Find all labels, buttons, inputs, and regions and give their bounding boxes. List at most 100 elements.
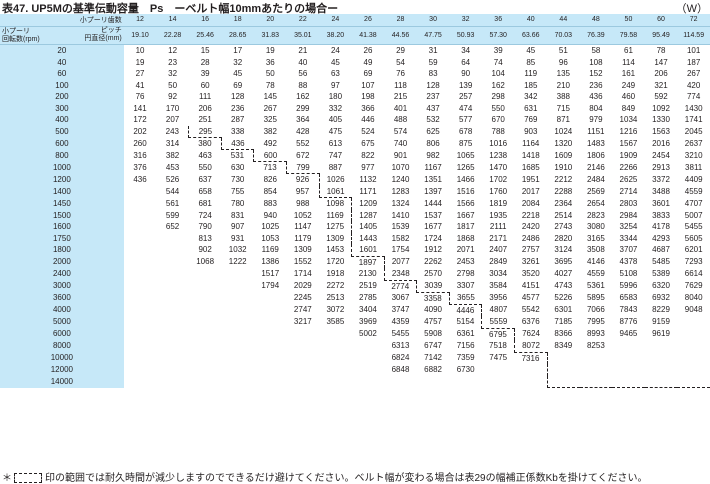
value-cell: 316 — [133, 150, 147, 160]
value-cell: 128 — [426, 80, 440, 90]
table-row: 1000 376 453 550 630 713 799 887 977 1070 1167 1265… — [0, 161, 710, 174]
value-cell: 1552 — [293, 257, 312, 267]
table-row: 3000 1794 2029 2272 2519 2774 3039 3307 3584 4151… — [0, 280, 710, 293]
pitch-cell: 63.66 — [514, 26, 548, 45]
value-cell: 1714 — [293, 269, 312, 279]
value-cell: 2654 — [586, 198, 605, 208]
value-cell: 2570 — [424, 269, 442, 279]
rpm-cell: 1450 — [0, 197, 124, 210]
value-cell: 4146 — [586, 257, 605, 267]
value-cell: 128 — [231, 92, 245, 101]
value-cell — [580, 352, 613, 364]
value-cell: 2288 — [554, 186, 573, 196]
value-cell: 152 — [589, 69, 603, 78]
value-cell: 774 — [686, 92, 701, 101]
rpm-cell: 14000 — [0, 375, 124, 388]
value-cell: 4378 — [619, 257, 638, 267]
value-cell: 7293 — [684, 257, 703, 267]
rpm-cell: 20 — [0, 44, 124, 57]
value-cell: 2785 — [359, 293, 377, 303]
table-row: 40 19 23 28 32 36 40 45 49 54 59 64 74 85 96 108 114 147 1… — [0, 56, 710, 68]
value-cell: 287 — [231, 115, 245, 124]
teeth-cell: 50 — [612, 14, 645, 27]
value-cell — [352, 352, 385, 364]
pitch-row: 小プーリ 回転数(rpm) ピッチ 円直径(mm) 19.10 22.28 25.4… — [0, 26, 710, 45]
value-cell: 108 — [589, 57, 603, 67]
value-cell: 8366 — [554, 329, 573, 339]
value-cell: 267 — [263, 103, 277, 113]
value-cell: 4743 — [554, 281, 573, 291]
value-cell: 1918 — [326, 269, 345, 279]
value-cell: 39 — [493, 46, 503, 55]
value-cell: 39 — [200, 69, 210, 78]
value-cell: 3072 — [326, 305, 345, 315]
value-cell: 41 — [135, 80, 145, 90]
value-cell: 3358 — [423, 293, 442, 303]
pitch-cell: 76.39 — [579, 26, 613, 45]
value-cell — [156, 280, 189, 292]
value-cell: 2803 — [619, 198, 638, 208]
value-cell: 4559 — [684, 186, 703, 196]
value-cell: 78 — [265, 80, 275, 90]
footnote: ＊ 印の範囲では耐久時間が減少しますのでできるだけ避けてください。ベルト幅が変わる… — [2, 469, 648, 484]
value-cell: 1209 — [351, 197, 385, 210]
value-cell: 977 — [361, 162, 375, 172]
value-cell: 2569 — [586, 186, 605, 196]
rpm-label-line1: 小プーリ — [2, 28, 30, 35]
value-cell: 1601 — [351, 244, 385, 257]
value-cell: 104 — [491, 69, 505, 78]
value-cell: 903 — [524, 126, 538, 136]
value-cell: 769 — [524, 115, 538, 124]
value-cell: 813 — [198, 233, 212, 243]
value-cell: 6882 — [424, 365, 442, 374]
corner-top: 小プーリ歯数 — [0, 14, 124, 27]
value-cell — [156, 328, 189, 340]
value-cell: 3254 — [619, 222, 638, 231]
value-cell — [124, 364, 157, 376]
pitch-cell: 28.65 — [221, 26, 254, 45]
teeth-cell: 32 — [449, 14, 482, 27]
value-cell: 1897 — [358, 257, 377, 267]
table-row: 1400 544 658 755 854 957 1061 1171 1283 1397 1516 1… — [0, 185, 710, 198]
value-cell: 74 — [493, 57, 503, 67]
teeth-cell: 20 — [253, 14, 287, 27]
value-cell: 207 — [165, 115, 180, 124]
rpm-cell: 800 — [0, 149, 124, 162]
value-cell: 670 — [491, 115, 505, 124]
value-cell: 2420 — [521, 222, 540, 231]
value-cell — [124, 280, 157, 292]
pitch-cell: 31.83 — [253, 26, 287, 45]
value-cell: 550 — [491, 103, 505, 113]
value-cell — [580, 364, 613, 376]
table-row: 1800 902 1032 1169 1309 1453 1601 1754 1912 2071 2… — [0, 244, 710, 257]
value-cell — [417, 376, 450, 388]
value-cell — [156, 304, 189, 316]
teeth-cell: 16 — [188, 14, 222, 27]
value-cell: 50 — [265, 69, 275, 78]
value-cell: 161 — [621, 69, 636, 78]
value-cell: 388 — [556, 92, 570, 101]
value-cell: 17 — [233, 46, 243, 55]
value-cell — [319, 352, 352, 364]
value-cell: 1065 — [456, 150, 475, 160]
value-cell: 672 — [296, 150, 310, 160]
value-cell — [124, 186, 157, 198]
teeth-cell: 36 — [481, 14, 515, 27]
value-cell: 1169 — [261, 245, 279, 255]
value-cell — [319, 376, 352, 388]
value-cell: 7359 — [456, 353, 475, 363]
rpm-cell: 5000 — [0, 316, 124, 328]
value-cell: 3956 — [489, 293, 508, 303]
value-cell: 135 — [556, 69, 570, 78]
value-cell: 1147 — [294, 222, 312, 231]
teeth-cell: 40 — [514, 14, 548, 27]
value-cell: 45 — [526, 46, 536, 55]
value-cell: 4707 — [684, 198, 703, 208]
table-row: 400 172 207 251 287 325 364 405 446 488 532 577 670 7… — [0, 114, 710, 126]
value-cell: 681 — [198, 198, 212, 208]
value-cell: 901 — [393, 150, 408, 160]
value-cell: 7066 — [586, 305, 605, 315]
value-cell — [677, 352, 710, 364]
value-cell: 376 — [133, 162, 147, 172]
value-cell: 92 — [168, 92, 178, 101]
